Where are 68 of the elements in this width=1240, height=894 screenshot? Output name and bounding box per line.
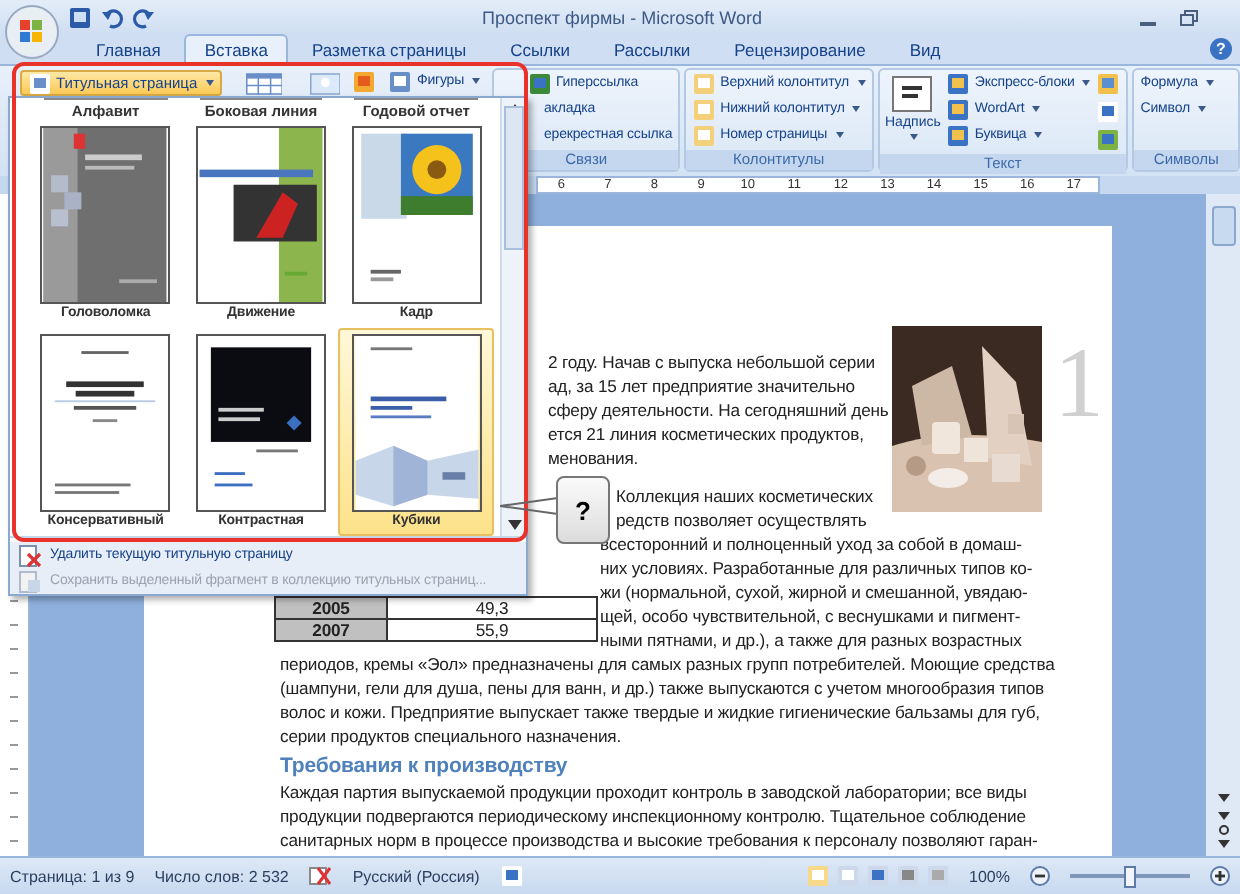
caret-icon	[1197, 106, 1206, 112]
ribbon-tab[interactable]: Вид	[889, 34, 961, 64]
caret-icon	[205, 80, 214, 86]
text-line: ными пятнами, и др.), а также для разных возрастных	[600, 628, 1024, 652]
text-line: ад, за 15 лет предприятие значительно	[548, 374, 857, 398]
caret-icon	[857, 80, 865, 86]
scrollbar[interactable]	[500, 98, 526, 536]
redo-icon[interactable]	[132, 5, 156, 29]
table-cell: 2005	[275, 597, 387, 619]
zoom-level[interactable]: 100%	[969, 867, 1010, 885]
scrollbar-thumb[interactable]	[1211, 206, 1235, 246]
text-box-icon	[892, 76, 933, 112]
save-icon	[68, 5, 92, 29]
ribbon-tab[interactable]: Разметка страницы	[291, 34, 487, 64]
picture-icon[interactable]	[310, 70, 341, 98]
text-line: волос и кожи. Предприятие выпускает также твердые и жидкие гигиенические бальзамы для губ,	[280, 700, 1042, 724]
zoom-slider-thumb[interactable]	[1124, 865, 1136, 887]
scroll-down-icon[interactable]	[507, 520, 521, 530]
save-page-icon	[18, 569, 42, 593]
text-line: продукции подвергаются периодическому инспекционному контролю. Тщательное соблюдение	[280, 804, 1028, 828]
caret-icon	[1082, 80, 1091, 86]
section-heading: Требования к производству	[280, 754, 570, 780]
restore-icon[interactable]	[1176, 5, 1200, 29]
table-icon[interactable]	[245, 70, 283, 98]
delete-page-icon	[18, 543, 42, 567]
text-line: редств позволяет осуществлять	[616, 508, 869, 532]
table-cell: 55,9	[387, 619, 597, 641]
language-indicator[interactable]: Русский (Россия)	[352, 867, 480, 885]
scrollbar[interactable]	[1206, 194, 1240, 856]
table-cell: 49,3	[387, 597, 597, 619]
ribbon-tab[interactable]: Главная	[76, 34, 181, 64]
help-button[interactable]: ?	[1210, 38, 1232, 60]
text-line: сферу деятельности. На сегодняшний день	[548, 398, 891, 422]
caret-icon	[910, 134, 919, 140]
text-line: периодов, кремы «Эол» предназначены для самых разных групп потребителей. Моющие средства	[280, 652, 1057, 676]
window-title: Проспект фирмы - Microsoft Word	[480, 7, 764, 27]
caret-icon	[1032, 106, 1041, 112]
ribbon-tab[interactable]: Вставка	[184, 34, 288, 64]
text-line: 2 году. Начав с выпуска небольшой серии	[548, 350, 877, 374]
undo-icon[interactable]	[100, 5, 124, 29]
text-line: жи (нормальной, сухой, жирной и смешанной, увядаю-	[600, 580, 1030, 604]
page-nav-icon[interactable]	[1215, 792, 1231, 852]
text-line: Коллекция наших косметических	[616, 484, 875, 508]
text-line: ется 21 линия косметических продуктов,	[548, 422, 866, 446]
text-line: менования.	[548, 446, 641, 470]
text-line: них условиях. Разработанные для различных типов ко-	[600, 556, 1033, 580]
word-count[interactable]: Число слов: 2 532	[154, 867, 289, 885]
leader-line	[500, 494, 558, 518]
help-callout: ?	[556, 476, 610, 544]
caret-icon	[1205, 80, 1214, 86]
ribbon-tab[interactable]: Ссылки	[490, 34, 591, 64]
caret-icon	[835, 132, 844, 138]
text-line: серии продуктов специального назначения.	[280, 724, 624, 748]
ribbon-tab[interactable]: Рецензирование	[714, 34, 886, 64]
caret-icon	[1034, 132, 1043, 138]
text-line: (шампуни, гели для душа, пены для ванн, и др.) также выпускаются с учетом многообразия типов	[280, 676, 1046, 700]
ribbon-tab[interactable]: Рассылки	[594, 34, 711, 64]
zoom-out-icon[interactable]	[1030, 866, 1050, 886]
table-cell: 2007	[275, 619, 387, 641]
zoom-in-icon[interactable]	[1210, 866, 1230, 886]
text-line: санитарных норм в процессе производства и высокие требования к персоналу позволяют гаран-	[280, 828, 1040, 852]
scrollbar-thumb[interactable]	[504, 105, 524, 249]
caret-icon	[472, 78, 480, 84]
text-line: Каждая партия выпускаемой продукции проходит контроль в заводской лаборатории; все виды	[280, 780, 1029, 804]
caret-icon	[852, 106, 861, 112]
text-line: щей, особо чувствительной, с веснушками и пигмент-	[600, 604, 1023, 628]
spelling-icon[interactable]	[308, 864, 333, 888]
page-count[interactable]: Страница: 1 из 9	[10, 867, 135, 885]
